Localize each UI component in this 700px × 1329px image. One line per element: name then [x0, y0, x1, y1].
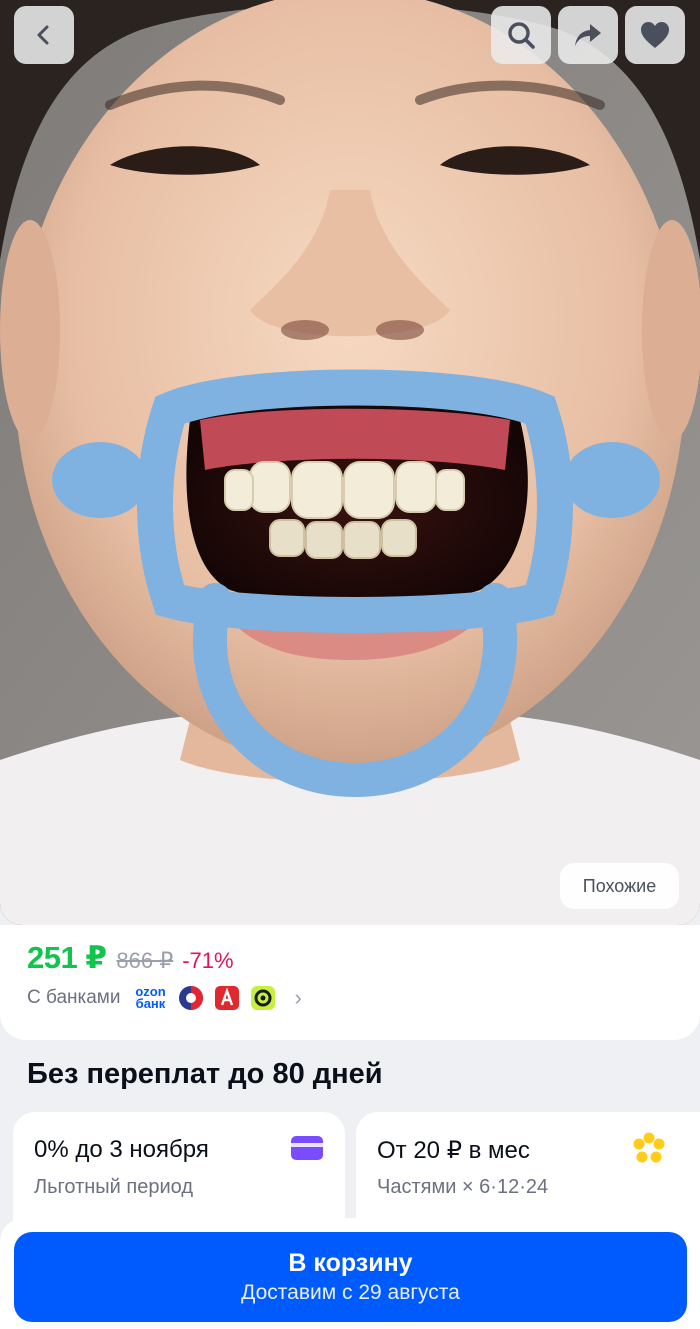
back-button[interactable] — [14, 6, 74, 64]
heart-icon — [641, 22, 669, 48]
product-photo[interactable]: Похожие — [0, 0, 700, 925]
bank-red-blue-icon — [179, 986, 204, 1010]
current-price: 251 ₽ — [27, 940, 107, 975]
yellow-flower-icon — [633, 1132, 665, 1163]
plan-title: 0% до 3 ноября — [34, 1136, 209, 1163]
favorite-button[interactable] — [625, 6, 685, 64]
banks-row[interactable]: С банками ozon банк › — [27, 983, 302, 1013]
delivery-date-label: Доставим с 29 августа — [241, 1281, 460, 1304]
discount-badge: -71% — [182, 948, 234, 973]
bank-red-square-icon — [215, 986, 240, 1010]
share-icon — [575, 24, 601, 46]
card-purple-icon — [291, 1136, 323, 1160]
installments-title: Без переплат до 80 дней — [27, 1058, 383, 1090]
similar-button[interactable]: Похожие — [560, 863, 679, 909]
back-arrow-icon — [37, 25, 49, 45]
price-card: 251 ₽ 866 ₽ -71% С банками ozon банк › — [0, 925, 700, 1040]
banks-label: С банками — [27, 987, 121, 1008]
share-button[interactable] — [558, 6, 618, 64]
chevron-right-icon: › — [294, 985, 302, 1010]
add-to-cart-label: В корзину — [288, 1249, 413, 1277]
product-image — [0, 0, 700, 925]
ozon-bank-logo-icon: ozon банк — [130, 985, 170, 1011]
bottom-cart-bar: В корзину Доставим с 29 августа — [0, 1218, 700, 1329]
plan-subtitle: Частями × 6·12·24 — [377, 1176, 549, 1198]
add-to-cart-button[interactable]: В корзину Доставим с 29 августа — [14, 1232, 687, 1322]
plan-title: От 20 ₽ в мес — [377, 1137, 530, 1164]
bank-green-icon — [251, 986, 276, 1010]
price-row: 251 ₽ 866 ₽ -71% — [27, 940, 234, 976]
old-price: 866 ₽ — [116, 948, 174, 973]
search-icon — [508, 22, 535, 49]
search-button[interactable] — [491, 6, 551, 64]
ozon-logo-line2: банк — [135, 996, 166, 1011]
plan-subtitle: Льготный период — [34, 1176, 193, 1198]
